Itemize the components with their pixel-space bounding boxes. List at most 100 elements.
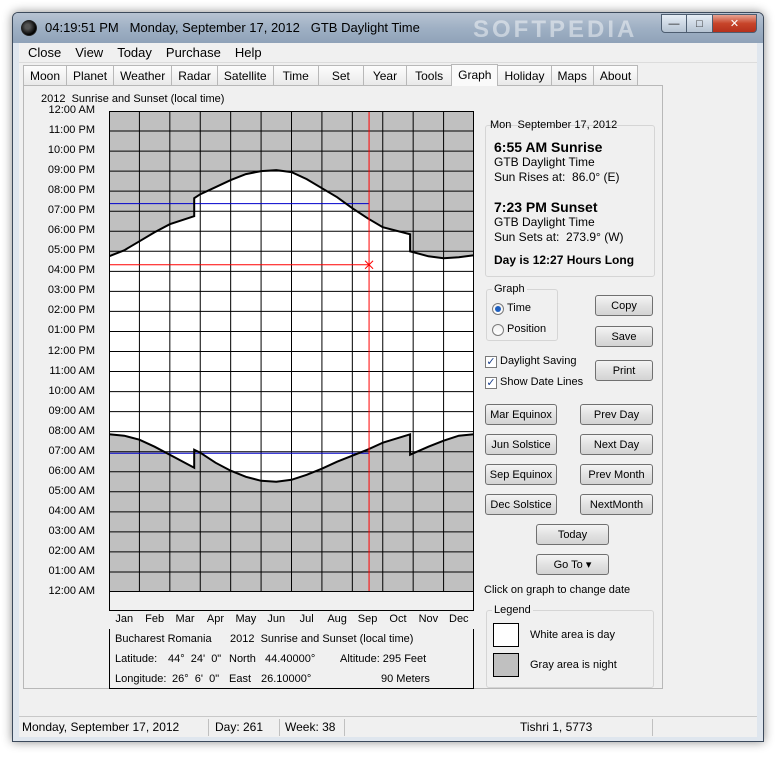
latitude-label: Latitude: [115,653,158,665]
x-tick-label: Oct [389,613,407,625]
tab-weather[interactable]: Weather [113,65,173,86]
y-tick-label: 07:00 AM [48,444,95,457]
goto-dropdown-button[interactable]: Go To ▾ [536,554,609,575]
month-label-frame [109,592,474,611]
menu-today[interactable]: Today [110,43,159,63]
menu-view[interactable]: View [68,43,110,63]
tab-tools[interactable]: Tools [406,65,453,86]
mar-equinox-button[interactable]: Mar Equinox [485,404,557,425]
time-radio[interactable] [492,303,504,315]
sunrise-timezone: GTB Daylight Time [494,155,595,169]
x-tick-label: Dec [449,613,469,625]
y-tick-label: 12:00 AM [48,585,95,597]
longitude-decimal: 26.10000° [261,673,312,685]
menu-help[interactable]: Help [228,43,269,63]
tab-planet[interactable]: Planet [66,65,115,86]
info-caption: 2012 Sunrise and Sunset (local time) [230,633,414,645]
latitude-decimal: 44.40000° [265,653,316,665]
graph-group-label: Graph [492,283,527,295]
next-month-button[interactable]: NextMonth [580,494,653,515]
daylight-saving-checkbox[interactable]: ✓ [485,356,497,368]
y-tick-label: 05:00 PM [47,244,95,257]
daylight-saving-label[interactable]: Daylight Saving [500,355,576,367]
y-tick-label: 06:00 AM [48,464,95,477]
tab-graph[interactable]: Graph [451,64,499,86]
y-tick-label: 01:00 AM [48,564,95,577]
status-bar: Monday, September 17, 2012 Day: 261 Week… [19,716,757,737]
sunrise-sunset-chart[interactable] [109,111,474,592]
x-tick-label: Apr [206,613,225,625]
day-swatch [493,623,519,647]
minimize-button[interactable]: — [661,14,687,33]
next-day-button[interactable]: Next Day [580,434,653,455]
longitude-label: Longitude: [115,673,167,685]
prev-month-button[interactable]: Prev Month [580,464,653,485]
show-date-lines-checkbox[interactable]: ✓ [485,377,497,389]
altitude-feet: Altitude: 295 Feet [340,653,427,665]
tab-year[interactable]: Year [362,65,408,86]
tab-satellite[interactable]: Satellite [216,65,274,86]
save-button[interactable]: Save [595,326,653,347]
y-tick-label: 12:00 AM [48,104,95,116]
altitude-meters: 90 Meters [381,673,430,685]
tab-maps[interactable]: Maps [550,65,594,86]
prev-day-button[interactable]: Prev Day [580,404,653,425]
window-title: 04:19:51 PM Monday, September 17, 2012 G… [45,20,420,35]
menu-bar: Close View Today Purchase Help [19,43,757,63]
night-legend-text: Gray area is night [530,659,617,671]
tab-strip: Moon Planet Weather Radar Satellite Time… [23,64,639,86]
day-length: Day is 12:27 Hours Long [494,253,635,267]
sep-equinox-button[interactable]: Sep Equinox [485,464,557,485]
x-tick-label: Mar [175,613,195,625]
sunrise-time: 6:55 AM Sunrise [494,139,603,155]
y-tick-label: 05:00 AM [48,484,95,497]
y-tick-label: 02:00 AM [48,544,95,557]
client-area: Close View Today Purchase Help Moon Plan… [19,43,757,737]
print-button[interactable]: Print [595,360,653,381]
tab-about[interactable]: About [592,65,639,86]
day-legend-text: White area is day [530,629,615,641]
x-tick-label: Sep [357,613,378,625]
tab-time[interactable]: Time [272,65,319,86]
x-tick-label: Jul [299,613,314,625]
time-radio-label[interactable]: Time [507,302,531,314]
y-tick-label: 12:00 PM [47,344,95,357]
dec-solstice-button[interactable]: Dec Solstice [485,494,557,515]
copy-button[interactable]: Copy [595,295,653,316]
menu-purchase[interactable]: Purchase [159,43,228,63]
y-tick-label: 07:00 PM [47,204,95,217]
x-tick-label: Jun [267,613,286,625]
longitude-direction: East [229,673,252,685]
watermark: SOFTPEDIA [473,16,638,43]
status-day: Day: 261 [215,720,264,734]
jun-solstice-button[interactable]: Jun Solstice [485,434,557,455]
tab-holiday[interactable]: Holiday [497,65,552,86]
legend-label: Legend [492,604,533,616]
y-tick-label: 03:00 AM [48,524,95,537]
click-hint: Click on graph to change date [484,584,631,596]
close-window-button[interactable]: ✕ [713,14,757,33]
location-info-box: Bucharest Romania 2012 Sunrise and Sunse… [109,629,474,689]
y-tick-label: 08:00 AM [48,424,95,437]
position-radio-label[interactable]: Position [507,323,546,335]
x-tick-label: Nov [418,613,439,625]
status-hebrew-date: Tishri 1, 5773 [520,720,593,734]
app-icon [21,20,37,36]
x-tick-label: Feb [145,613,165,625]
title-bar[interactable]: 04:19:51 PM Monday, September 17, 2012 G… [13,13,763,43]
sunset-time: 7:23 PM Sunset [494,199,598,215]
longitude-dms: 26° 6' 0" [172,673,220,685]
menu-close[interactable]: Close [21,43,68,63]
y-tick-label: 02:00 PM [47,304,95,317]
latitude-direction: North [229,653,256,665]
position-radio[interactable] [492,324,504,336]
y-tick-label: 11:00 PM [48,124,95,137]
x-tick-label: Aug [327,613,347,625]
maximize-button[interactable]: □ [687,14,713,33]
today-button[interactable]: Today [536,524,609,545]
app-window: 04:19:51 PM Monday, September 17, 2012 G… [12,12,764,742]
show-date-lines-label[interactable]: Show Date Lines [500,376,583,388]
tab-set[interactable]: Set [317,65,364,86]
tab-moon[interactable]: Moon [23,65,68,86]
tab-radar[interactable]: Radar [171,65,218,86]
